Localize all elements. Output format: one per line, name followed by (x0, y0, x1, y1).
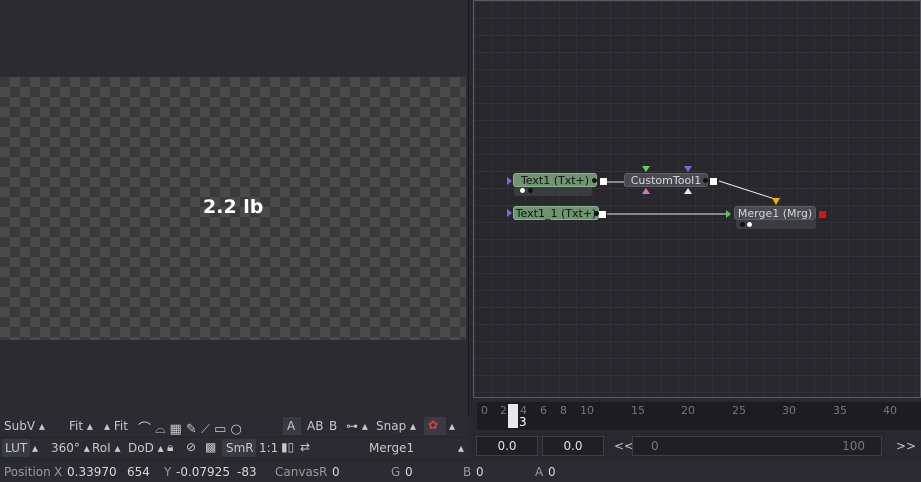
merge-view-dot-2[interactable] (740, 222, 745, 227)
time-field-1[interactable]: 0.0 (476, 436, 538, 456)
tick-6: 6 (540, 404, 547, 417)
tick-35: 35 (833, 404, 847, 417)
y-label: Y (164, 465, 172, 479)
next-button[interactable]: >> (896, 439, 916, 453)
custom-output-dot (703, 178, 708, 183)
text1-input-icon (507, 177, 512, 185)
node-flow-panel[interactable]: Text1 (Txt+) CustomTool1 Text1_1 (Txt+) … (473, 0, 921, 398)
tick-8: 8 (560, 404, 567, 417)
tick-10: 10 (580, 404, 594, 417)
a-channel-button[interactable]: A (287, 419, 295, 433)
merge-output-port[interactable] (819, 211, 826, 218)
merge-node[interactable]: Merge1 (Mrg) (734, 206, 816, 220)
text1_1-node[interactable]: Text1_1 (Txt+) (513, 206, 599, 220)
text1-view-dot-2[interactable] (528, 188, 533, 193)
ab-icon[interactable]: AB (307, 419, 323, 433)
text1-node[interactable]: Text1 (Txt+) (513, 173, 597, 187)
roi-menu[interactable]: RoI ▴ (92, 441, 121, 455)
view-node-name[interactable]: Merge1 (369, 441, 414, 455)
merge-fg-arrow-icon (726, 210, 731, 218)
fit-menu-2[interactable]: ▴ Fit (104, 419, 128, 433)
range-end: 100 (842, 439, 865, 453)
b-value: 0 (476, 465, 484, 479)
customtool-node[interactable]: CustomTool1 (624, 173, 708, 187)
proxy-icon[interactable]: ⊘ (186, 440, 196, 454)
g-value: 0 (405, 465, 413, 479)
fit-label-2: Fit (113, 419, 128, 433)
tick-0: 0 (481, 404, 488, 417)
text1-node-base (514, 187, 592, 196)
glasses-icon[interactable]: ⊶ ▴ (346, 419, 368, 433)
fit-menu-1[interactable]: Fit ▴ (69, 419, 93, 433)
range-start: 0 (651, 439, 659, 453)
node-connections (507, 166, 780, 227)
b-channel-button[interactable]: B (329, 419, 337, 433)
tick-40: 40 (883, 404, 897, 417)
levels-icon[interactable]: ▮▯ (281, 440, 294, 454)
color-channels-arrow[interactable]: ▴ (449, 419, 455, 433)
rendered-text: 2.2 lb (203, 196, 264, 218)
roi-label: RoI (92, 441, 111, 455)
tick-30: 30 (782, 404, 796, 417)
tick-20: 20 (681, 404, 695, 417)
lut-arrow[interactable]: ▴ (32, 441, 38, 455)
custom-input-white-icon (684, 188, 692, 194)
r-label: R (319, 465, 328, 479)
y-value: -0.07925 (176, 465, 230, 479)
status-bar: Position X 0.33970 654 Y -0.07925 -83 Ca… (0, 462, 921, 482)
checker-icon[interactable]: ▩ (205, 440, 216, 454)
custom-input-green-icon (642, 166, 650, 172)
time-field-2[interactable]: 0.0 (542, 436, 604, 456)
a-label: A (535, 465, 544, 479)
tick-15: 15 (631, 404, 645, 417)
text1-output-dot (592, 178, 597, 183)
r-value: 0 (332, 465, 340, 479)
ratio-button[interactable]: 1:1 (259, 441, 278, 455)
text1-view-dot[interactable] (520, 188, 525, 193)
y-pixel: -83 (237, 465, 257, 479)
angle-menu[interactable]: 360° ▴ (51, 441, 90, 455)
playhead[interactable] (508, 404, 518, 428)
lock-icon[interactable]: 🔒︎ (167, 440, 173, 455)
range-slider[interactable]: 0 100 (632, 436, 882, 456)
dod-label: DoD (128, 441, 154, 455)
canvas-label: Canvas (275, 465, 320, 479)
text1_1-output-port[interactable] (599, 211, 606, 218)
snap-label: Snap (376, 419, 407, 433)
position-label: Position (4, 465, 51, 479)
tick-2: 2 (500, 404, 507, 417)
dod-menu[interactable]: DoD ▴ (128, 441, 164, 455)
text1_1-input-icon (507, 209, 512, 217)
custom-input-blue-icon (684, 166, 692, 172)
current-frame: 3 (519, 415, 527, 429)
lut-button[interactable]: LUT (5, 441, 27, 455)
subview-label: SubV (4, 419, 36, 433)
view-node-arrow[interactable]: ▴ (458, 441, 464, 455)
snap-menu[interactable]: Snap ▴ (376, 419, 416, 433)
merge-bg-input-icon (772, 198, 780, 205)
link-custom-merge (718, 180, 779, 201)
custom-input-pink-icon (642, 188, 650, 194)
smr-button[interactable]: SmR (226, 441, 254, 455)
custom-output-port[interactable] (710, 178, 717, 185)
x-pixel: 654 (127, 465, 150, 479)
subview-menu[interactable]: SubV ▴ (4, 419, 45, 433)
fit-label-1: Fit (69, 419, 84, 433)
b-label: B (463, 465, 472, 479)
swap-icon[interactable]: ⇄ (300, 440, 310, 454)
tick-25: 25 (732, 404, 746, 417)
a-value: 0 (548, 465, 556, 479)
x-value: 0.33970 (67, 465, 117, 479)
g-label: G (391, 465, 401, 479)
merge-view-dot[interactable] (747, 222, 752, 227)
angle-label: 360° (51, 441, 80, 455)
color-channels-icon[interactable]: ✿ (428, 418, 438, 432)
curve-tools-icons[interactable]: ⌒ ⌓ ▦ ✎ ⟋ ▭ ○ (138, 418, 242, 437)
x-label: X (54, 465, 63, 479)
text1-output-port[interactable] (600, 178, 607, 185)
